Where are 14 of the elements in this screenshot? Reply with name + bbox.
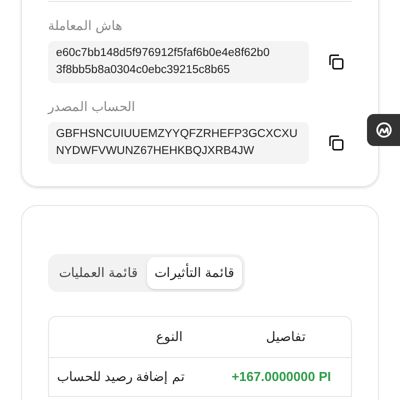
field-value: GBFHSNCUIUUEMZYYQFZRHEFP3GCXCXU NYDWFVWUNZ67HEHKBQJXRB4JW: [48, 122, 309, 164]
copy-icon[interactable]: [327, 53, 345, 71]
table-cell: تم إضافة رصيد للحساب: [57, 368, 185, 384]
field-label: هاش المعاملة: [48, 18, 124, 34]
column-header: النوع: [156, 328, 183, 346]
column-header: تفاصيل: [265, 328, 307, 346]
tab[interactable]: قائمة العمليات: [51, 257, 146, 288]
copy-icon[interactable]: [327, 134, 345, 152]
field-value: e60c7bb148d5f976912f5faf6b0e4e8f62b0 3f8bb5b8a0304c0ebc39215c8b65: [48, 41, 309, 83]
amount-cell: +167.0000000 PI: [232, 368, 331, 384]
logo-icon: [375, 121, 393, 139]
floating-button[interactable]: [367, 114, 400, 146]
tab[interactable]: قائمة التأثيرات: [146, 257, 242, 288]
field-label: الحساب المصدر: [48, 99, 137, 115]
